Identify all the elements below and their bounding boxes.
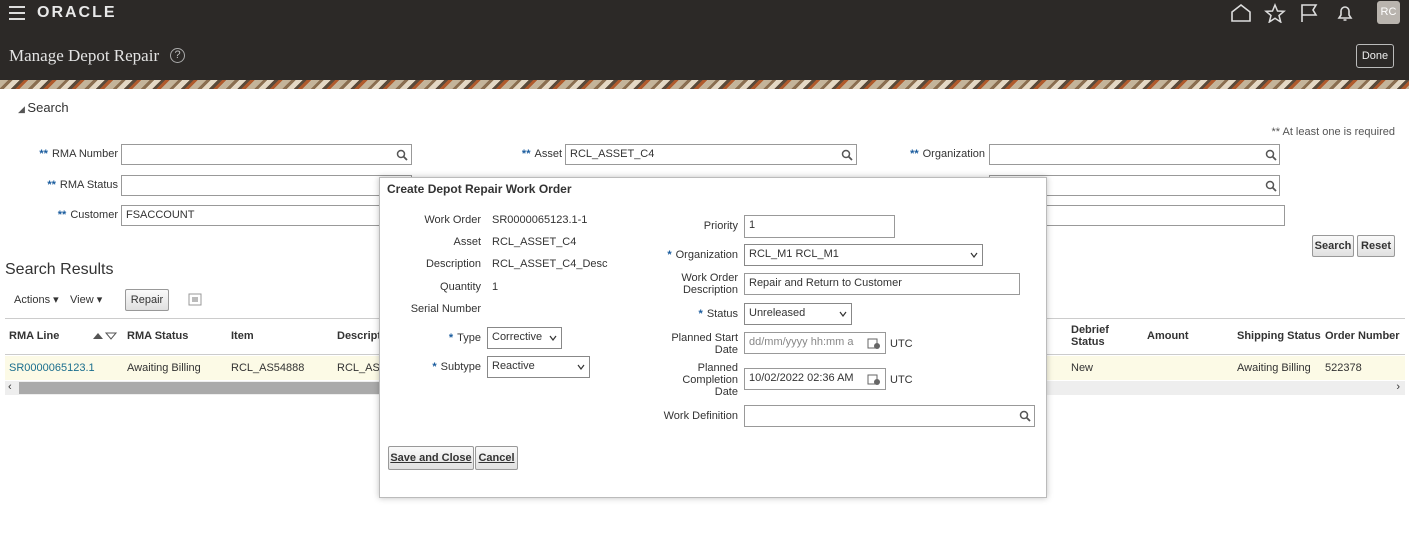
wo-description-input[interactable]: Repair and Return to Customer	[744, 273, 1020, 295]
page-title: Manage Depot Repair	[9, 46, 160, 65]
repair-button[interactable]: Repair	[125, 289, 169, 311]
sort-arrows-icon[interactable]	[92, 331, 118, 341]
organization-label: * Organization	[667, 249, 738, 261]
planned-start-input[interactable]: dd/mm/yyyy hh:mm a	[744, 332, 886, 354]
planned-start-label: Planned Start Date	[671, 332, 738, 356]
serial-number-label: Serial Number	[410, 303, 481, 315]
scroll-left-icon[interactable]: ‹	[8, 381, 12, 393]
dialog-title: Create Depot Repair Work Order	[387, 182, 572, 196]
chevron-down-icon	[549, 335, 557, 341]
work-definition-label: Work Definition	[663, 410, 738, 422]
planned-start-tz: UTC	[890, 338, 913, 350]
planned-completion-label: Planned Completion Date	[682, 362, 738, 398]
row-order-number: 522378	[1325, 362, 1362, 374]
quantity-label: Quantity	[440, 281, 481, 293]
asset-label: ** Asset	[521, 148, 562, 160]
organization-search-icon[interactable]	[1265, 149, 1277, 161]
scrollbar-thumb[interactable]	[19, 382, 393, 394]
notifications-bell-icon[interactable]	[1334, 3, 1356, 23]
cancel-button[interactable]: Cancel	[475, 446, 518, 470]
rma-number-label: ** RMA Number	[39, 148, 118, 160]
description-label: Description	[425, 258, 481, 270]
work-definition-search-icon[interactable]	[1019, 410, 1031, 422]
rma-line-link[interactable]: SR0000065123.1	[9, 362, 95, 374]
collapse-triangle-icon[interactable]: ◢	[18, 104, 27, 114]
calendar-icon[interactable]	[867, 373, 880, 385]
search-section-header[interactable]: ◢ Search	[18, 100, 69, 115]
col-rma-line[interactable]: RMA Line	[9, 330, 59, 342]
subtype-label: * Subtype	[432, 361, 481, 373]
done-button[interactable]: Done	[1356, 44, 1394, 68]
organization-select[interactable]: RCL_M1 RCL_M1	[744, 244, 983, 266]
col-rma-status[interactable]: RMA Status	[127, 330, 188, 342]
col-debrief-status[interactable]: Debrief Status	[1071, 324, 1121, 348]
planned-completion-input[interactable]: 10/02/2022 02:36 AM	[744, 368, 886, 390]
priority-label: Priority	[703, 220, 738, 232]
user-avatar[interactable]: RC	[1377, 1, 1400, 24]
rma-number-input[interactable]	[121, 144, 412, 165]
watchlist-flag-icon[interactable]	[1298, 3, 1320, 23]
quantity-value: 1	[492, 281, 499, 293]
scroll-right-icon[interactable]: ›	[1396, 381, 1400, 393]
required-note: ** At least one is required	[1271, 126, 1395, 138]
actions-menu[interactable]: Actions ▾	[14, 293, 59, 306]
rma-status-label: ** RMA Status	[47, 179, 118, 191]
view-menu[interactable]: View ▾	[70, 293, 102, 306]
organization-label: ** Organization	[910, 148, 985, 160]
rma-number-search-icon[interactable]	[396, 149, 408, 161]
hidden-field-search-icon[interactable]	[1265, 180, 1277, 192]
help-icon[interactable]: ?	[170, 48, 185, 63]
planned-completion-tz: UTC	[890, 374, 913, 386]
work-definition-input[interactable]	[744, 405, 1035, 427]
detach-icon[interactable]	[188, 293, 202, 306]
work-order-value: SR0000065123.1-1	[492, 214, 588, 226]
row-item: RCL_AS54888	[231, 362, 305, 374]
status-select[interactable]: Unreleased	[744, 303, 852, 325]
home-icon[interactable]	[1230, 3, 1252, 23]
chevron-down-icon	[839, 311, 847, 317]
favorites-icon[interactable]	[1264, 3, 1286, 23]
col-order-number[interactable]: Order Number	[1325, 330, 1400, 342]
chevron-down-icon	[577, 364, 585, 370]
search-button[interactable]: Search	[1312, 235, 1354, 257]
subtype-select[interactable]: Reactive	[487, 356, 590, 378]
priority-input[interactable]: 1	[744, 215, 895, 238]
row-description: RCL_AS	[337, 362, 380, 374]
asset-search-icon[interactable]	[841, 149, 853, 161]
save-and-close-button[interactable]: Save and Close	[388, 446, 474, 470]
organization-input[interactable]	[989, 144, 1280, 165]
work-order-label: Work Order	[424, 214, 481, 226]
type-label: * Type	[448, 332, 481, 344]
col-item[interactable]: Item	[231, 330, 254, 342]
row-shipping-status: Awaiting Billing	[1237, 362, 1311, 374]
chevron-down-icon	[970, 252, 978, 258]
reset-button[interactable]: Reset	[1357, 235, 1395, 257]
row-debrief-status: New	[1071, 362, 1094, 374]
col-shipping-status[interactable]: Shipping Status	[1237, 330, 1321, 342]
asset-label: Asset	[453, 236, 481, 248]
global-header: ORACLE RC Manage Depot Repair ? Done	[0, 0, 1409, 80]
col-amount[interactable]: Amount	[1147, 330, 1189, 342]
calendar-icon[interactable]	[867, 337, 880, 349]
description-value: RCL_ASSET_C4_Desc	[492, 258, 608, 270]
decorative-banner	[0, 80, 1409, 89]
asset-input[interactable]: RCL_ASSET_C4	[565, 144, 857, 165]
menu-icon[interactable]	[9, 6, 25, 20]
asset-value: RCL_ASSET_C4	[492, 236, 577, 248]
customer-label: ** Customer	[57, 209, 118, 221]
col-description[interactable]: Descript	[337, 330, 381, 342]
oracle-logo: ORACLE	[37, 4, 117, 21]
status-label: * Status	[698, 308, 738, 320]
wo-description-label: Work Order Description	[681, 272, 738, 296]
search-results-title: Search Results	[5, 261, 114, 278]
rma-status-input[interactable]	[121, 175, 412, 196]
row-rma-status: Awaiting Billing	[127, 362, 201, 374]
type-select[interactable]: Corrective	[487, 327, 562, 349]
create-work-order-dialog: Create Depot Repair Work Order Work Orde…	[379, 177, 1047, 498]
